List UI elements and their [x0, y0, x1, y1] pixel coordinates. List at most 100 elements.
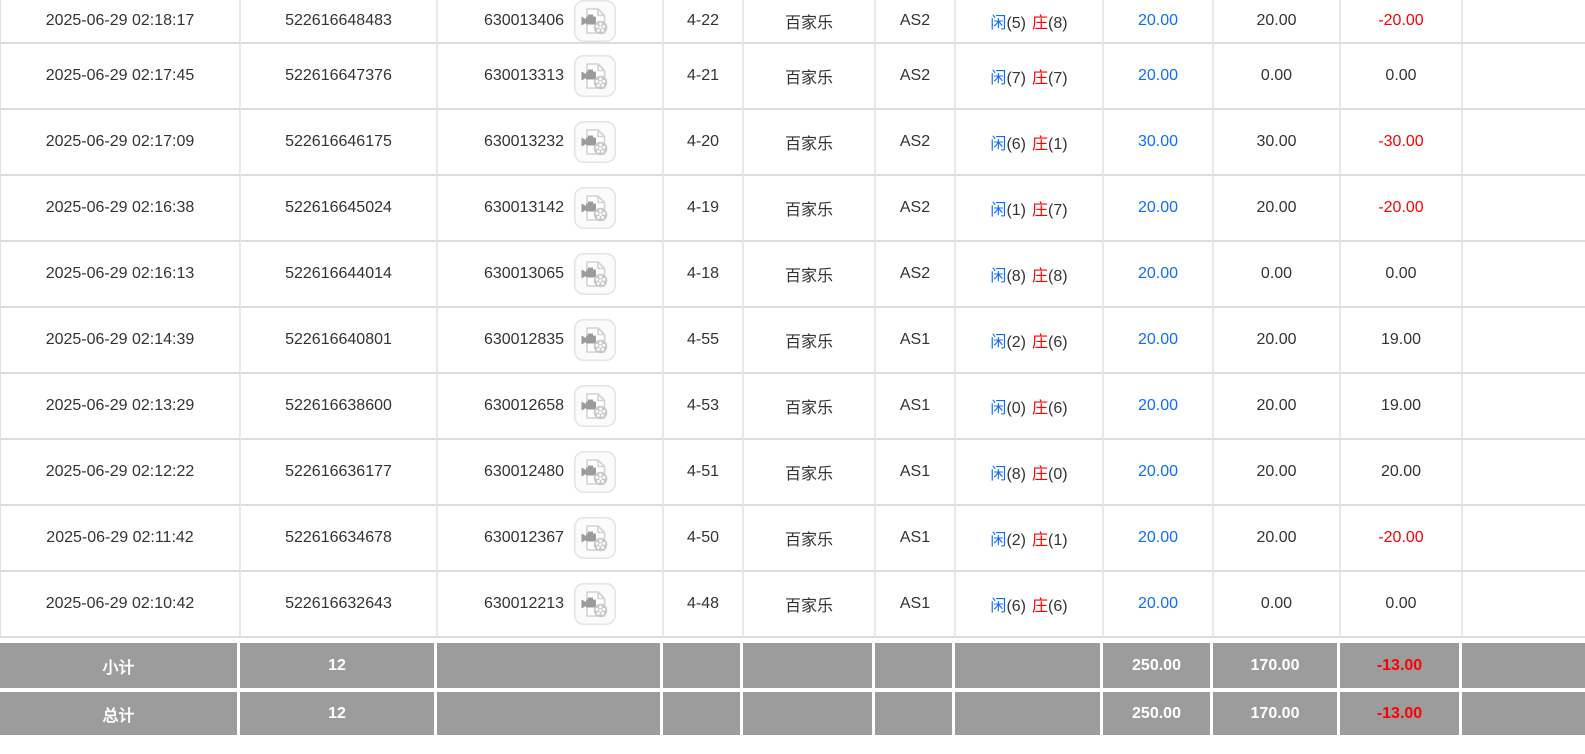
game-type: 百家乐: [744, 506, 876, 572]
player-label: 闲: [990, 15, 1006, 32]
empty-cell: [1463, 374, 1585, 440]
empty-cell: [1463, 308, 1585, 374]
subtotal-label: 小计: [0, 643, 240, 688]
video-replay-button[interactable]: [574, 253, 616, 295]
valid-amount: 0.00: [1214, 572, 1341, 638]
summary-empty-cell: [1462, 692, 1585, 735]
player-label: 闲: [990, 466, 1006, 483]
game-id: 630012658: [484, 397, 564, 415]
bet-time: 2025-06-29 02:14:39: [1, 308, 241, 374]
result-cell: 闲(2) 庄(6): [956, 308, 1104, 374]
bet-id: 522616644014: [241, 242, 438, 308]
win-loss: -20.00: [1341, 506, 1463, 572]
summary-empty-cell: [1462, 643, 1585, 688]
bet-time: 2025-06-29 02:16:13: [1, 242, 241, 308]
player-score: (8): [1006, 466, 1026, 483]
banker-score: (1): [1048, 136, 1068, 153]
valid-amount: 20.00: [1214, 0, 1341, 44]
video-file-icon: [574, 187, 616, 229]
round-number: 4-48: [664, 572, 744, 638]
video-replay-button[interactable]: [574, 517, 616, 559]
game-cell: 630012835: [438, 308, 664, 374]
game-cell: 630013232: [438, 110, 664, 176]
subtotal-count: 12: [240, 643, 437, 688]
player-score: (2): [1006, 532, 1026, 549]
video-file-icon: [574, 385, 616, 427]
round-number: 4-21: [664, 44, 744, 110]
video-file-icon: [574, 319, 616, 361]
total-row: 总计 12 250.00 170.00 -13.00: [0, 692, 1585, 735]
video-file-icon: [574, 253, 616, 295]
video-replay-button[interactable]: [574, 385, 616, 427]
total-bet-amount: 250.00: [1103, 692, 1213, 735]
banker-label: 庄: [1032, 70, 1048, 87]
round-number: 4-53: [664, 374, 744, 440]
bet-time: 2025-06-29 02:17:45: [1, 44, 241, 110]
total-count: 12: [240, 692, 437, 735]
empty-cell: [1463, 0, 1585, 44]
subtotal-bet-amount: 250.00: [1103, 643, 1213, 688]
player-label: 闲: [990, 70, 1006, 87]
banker-label: 庄: [1032, 532, 1048, 549]
banker-score: (6): [1048, 598, 1068, 615]
summary-empty-cell: [743, 643, 875, 688]
banker-label: 庄: [1032, 15, 1048, 32]
bet-amount: 20.00: [1104, 440, 1214, 506]
result-cell: 闲(0)庄(6): [956, 374, 1104, 440]
empty-cell: [1463, 572, 1585, 638]
summary-empty-cell: [955, 643, 1103, 688]
video-replay-button[interactable]: [574, 583, 616, 625]
subtotal-win-loss: -13.00: [1340, 643, 1462, 688]
subtotal-valid-amount: 170.00: [1213, 643, 1340, 688]
table-row: 2025-06-29 02:18:17 522616648483 6300134…: [1, 0, 1585, 44]
game-type: 百家乐: [744, 440, 876, 506]
video-replay-button[interactable]: [574, 187, 616, 229]
banker-label: 庄: [1032, 334, 1048, 351]
empty-cell: [1463, 506, 1585, 572]
bet-id: 522616648483: [241, 0, 438, 44]
round-number: 4-19: [664, 176, 744, 242]
video-replay-button[interactable]: [574, 451, 616, 493]
total-label: 总计: [0, 692, 240, 735]
bet-amount: 20.00: [1104, 506, 1214, 572]
player-label: 闲: [990, 334, 1006, 351]
table-code: AS1: [876, 506, 956, 572]
video-file-icon: [574, 0, 616, 42]
video-replay-button[interactable]: [574, 0, 616, 42]
win-loss: -20.00: [1341, 176, 1463, 242]
valid-amount: 0.00: [1214, 44, 1341, 110]
win-loss: 19.00: [1341, 308, 1463, 374]
video-replay-button[interactable]: [574, 319, 616, 361]
summary-empty-cell: [437, 643, 663, 688]
valid-amount: 20.00: [1214, 308, 1341, 374]
valid-amount: 0.00: [1214, 242, 1341, 308]
table-code: AS2: [876, 110, 956, 176]
game-id: 630013142: [484, 199, 564, 217]
summary-empty-cell: [875, 692, 955, 735]
player-score: (2): [1006, 334, 1026, 351]
result-cell: 闲(7)庄(7): [956, 44, 1104, 110]
banker-score: (6): [1048, 400, 1068, 417]
summary-empty-cell: [437, 692, 663, 735]
result-cell: 闲(1)庄(7): [956, 176, 1104, 242]
game-cell: 630012658: [438, 374, 664, 440]
banker-score: (6): [1048, 334, 1068, 351]
banker-score: (8): [1048, 268, 1068, 285]
game-type: 百家乐: [744, 242, 876, 308]
win-loss: 0.00: [1341, 572, 1463, 638]
banker-label: 庄: [1032, 466, 1048, 483]
round-number: 4-18: [664, 242, 744, 308]
game-id: 630012480: [484, 463, 564, 481]
round-number: 4-20: [664, 110, 744, 176]
game-id: 630013313: [484, 67, 564, 85]
game-type: 百家乐: [744, 308, 876, 374]
player-label: 闲: [990, 598, 1006, 615]
banker-score: (8): [1048, 15, 1068, 32]
bet-id: 522616647376: [241, 44, 438, 110]
player-label: 闲: [990, 202, 1006, 219]
bet-time: 2025-06-29 02:10:42: [1, 572, 241, 638]
bet-id: 522616640801: [241, 308, 438, 374]
game-type: 百家乐: [744, 176, 876, 242]
video-replay-button[interactable]: [574, 55, 616, 97]
video-replay-button[interactable]: [574, 121, 616, 163]
